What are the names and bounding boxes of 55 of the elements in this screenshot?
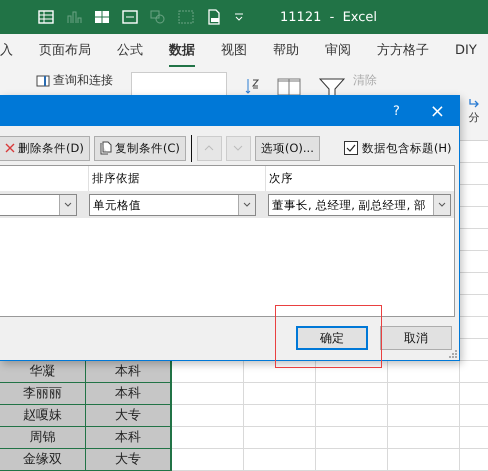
options-button[interactable]: 选项(O)... — [254, 136, 320, 160]
help-button[interactable]: ? — [393, 104, 400, 118]
column-header: 次序 — [268, 170, 293, 187]
sort-on-dropdown[interactable]: 单元格值 — [89, 194, 256, 216]
ribbon-tab[interactable]: 入 — [0, 35, 13, 67]
table-cell: 本科 — [86, 427, 172, 449]
chart-icon — [66, 10, 82, 24]
ribbon-tab[interactable]: DIY — [455, 36, 477, 66]
table-cell: 大专 — [86, 449, 172, 471]
customize-icon[interactable] — [234, 13, 244, 21]
chevron-down-icon — [64, 202, 72, 207]
ribbon-tab[interactable]: 视图 — [221, 35, 247, 67]
table-cell: 李丽丽 — [0, 383, 86, 405]
table-cell: 大专 — [86, 405, 172, 427]
ok-button[interactable]: 确定 — [296, 326, 368, 350]
queries-button[interactable]: 查询和连接 — [36, 72, 113, 89]
copy-icon — [100, 141, 112, 155]
table-cell: 本科 — [86, 361, 172, 383]
filter-icon[interactable] — [319, 78, 345, 98]
ribbon-tab[interactable]: 帮助 — [273, 35, 299, 67]
window-title: 11121 - Excel — [280, 10, 378, 24]
print-preview-icon[interactable] — [206, 9, 222, 25]
panel-icon — [36, 74, 50, 86]
grid-icon[interactable] — [94, 10, 110, 24]
delete-icon — [5, 143, 15, 153]
table-cell: 赵嗄妹 — [0, 405, 86, 427]
split-label[interactable]: 分 — [468, 110, 480, 125]
chevron-down-icon — [438, 202, 446, 207]
ribbon-tab[interactable]: 审阅 — [325, 35, 351, 67]
checkbox[interactable] — [344, 141, 358, 155]
copy-level-button[interactable]: 复制条件(C) — [94, 136, 186, 160]
resize-grip-icon[interactable] — [449, 350, 457, 358]
checkbox-label: 数据包含标题(H) — [362, 140, 452, 156]
table-cell: 金缘双 — [0, 449, 86, 471]
arrow-icon — [468, 98, 480, 108]
table-cell: 周锦 — [0, 427, 86, 449]
close-button[interactable]: × — [430, 100, 445, 122]
form-icon[interactable] — [122, 10, 138, 24]
order-dropdown[interactable]: 董事长, 总经理, 副总经理, 部 — [268, 194, 451, 216]
shapes-icon — [150, 10, 166, 24]
cancel-button[interactable]: 取消 — [380, 326, 452, 350]
chevron-up-icon — [204, 145, 214, 151]
chevron-down-icon — [233, 145, 244, 151]
ribbon-tab[interactable]: 公式 — [117, 35, 143, 67]
column-dropdown[interactable] — [0, 194, 77, 216]
sort-icon[interactable] — [245, 78, 259, 94]
ribbon-tab[interactable]: 方方格子 — [377, 35, 429, 67]
table-icon[interactable] — [38, 10, 54, 24]
delete-level-button[interactable]: 删除条件(D) — [0, 136, 90, 160]
textbox-icon — [178, 10, 194, 24]
table-cell: 华凝 — [0, 361, 86, 383]
custom-sort-icon[interactable] — [277, 78, 301, 96]
chevron-down-icon — [243, 202, 251, 207]
ribbon-tab[interactable]: 页面布局 — [39, 35, 91, 67]
table-cell: 本科 — [86, 383, 172, 405]
